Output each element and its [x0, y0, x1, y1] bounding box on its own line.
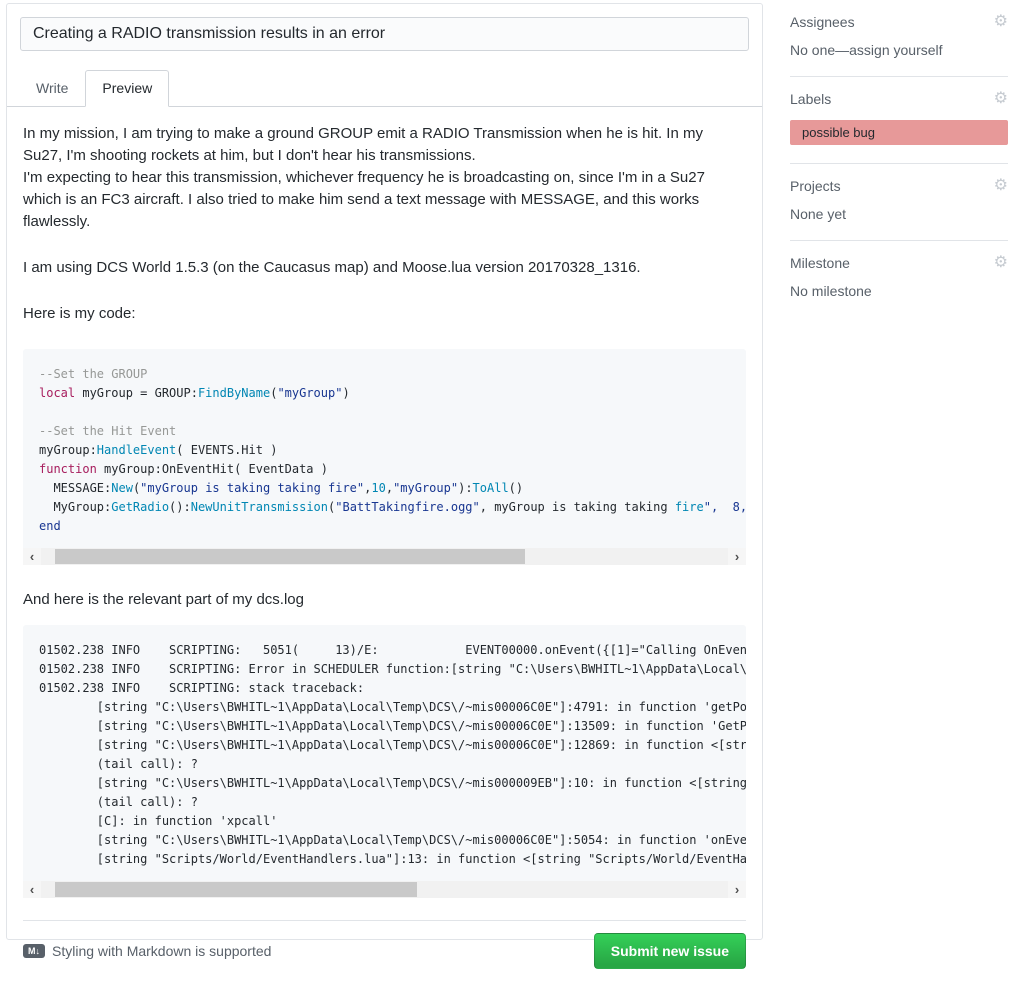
projects-value: None yet	[790, 206, 1008, 222]
code-line: function myGroup:OnEventHit( EventData )	[39, 460, 730, 479]
log-line: 01502.238 INFO SCRIPTING: Error in SCHED…	[39, 660, 730, 679]
paragraph-code-intro: Here is my code:	[23, 303, 746, 325]
paragraph-log-intro: And here is the relevant part of my dcs.…	[23, 589, 746, 611]
log-line: (tail call): ?	[39, 793, 730, 812]
sidebar-section-labels: Labels ⚙ possible bug	[790, 77, 1008, 164]
markdown-note-text: Styling with Markdown is supported	[52, 943, 271, 959]
log-line: [string "Scripts/World/EventHandlers.lua…	[39, 850, 730, 869]
code-horizontal-scrollbar[interactable]: ‹ ›	[23, 548, 746, 565]
scroll-right-icon[interactable]: ›	[728, 548, 746, 565]
assignees-heading[interactable]: Assignees	[790, 14, 855, 30]
issue-preview-body: In my mission, I am trying to make a gro…	[7, 107, 762, 898]
code-line: local myGroup = GROUP:FindByName("myGrou…	[39, 384, 730, 403]
tab-write[interactable]: Write	[19, 70, 85, 106]
new-issue-form: WritePreview In my mission, I am trying …	[6, 3, 763, 940]
gear-icon[interactable]: ⚙	[994, 91, 1008, 107]
dcs-log-block: 01502.238 INFO SCRIPTING: 5051( 13)/E: E…	[23, 625, 746, 898]
sidebar-section-assignees: Assignees ⚙ No one—assign yourself	[790, 0, 1008, 77]
markdown-supported-link[interactable]: M↓ Styling with Markdown is supported	[23, 943, 271, 959]
labels-heading[interactable]: Labels	[790, 91, 831, 107]
log-scroll-track[interactable]	[41, 881, 728, 898]
tab-preview[interactable]: Preview	[85, 70, 169, 107]
scroll-left-icon[interactable]: ‹	[23, 881, 41, 898]
log-line: [string "C:\Users\BWHITL~1\AppData\Local…	[39, 774, 730, 793]
log-line: [C]: in function 'xpcall'	[39, 812, 730, 831]
lua-code: --Set the GROUPlocal myGroup = GROUP:Fin…	[23, 349, 746, 548]
write-preview-tabbar: WritePreview	[7, 69, 762, 107]
code-line: MyGroup:GetRadio():NewUnitTransmission("…	[39, 498, 730, 517]
log-horizontal-scrollbar[interactable]: ‹ ›	[23, 881, 746, 898]
issue-sidebar: Assignees ⚙ No one—assign yourself Label…	[790, 0, 1008, 317]
scroll-right-icon[interactable]: ›	[728, 881, 746, 898]
log-line: [string "C:\Users\BWHITL~1\AppData\Local…	[39, 717, 730, 736]
code-line	[39, 403, 730, 422]
label-possible-bug[interactable]: possible bug	[790, 120, 1008, 145]
markdown-icon: M↓	[23, 944, 45, 958]
gear-icon[interactable]: ⚙	[994, 255, 1008, 271]
sidebar-section-projects: Projects ⚙ None yet	[790, 164, 1008, 241]
code-line: MESSAGE:New("myGroup is taking taking fi…	[39, 479, 730, 498]
code-line: --Set the GROUP	[39, 365, 730, 384]
log-scroll-thumb[interactable]	[55, 882, 417, 897]
assignees-value[interactable]: No one—assign yourself	[790, 42, 1008, 58]
code-line: end	[39, 517, 730, 536]
log-line: (tail call): ?	[39, 755, 730, 774]
projects-heading[interactable]: Projects	[790, 178, 841, 194]
log-line: [string "C:\Users\BWHITL~1\AppData\Local…	[39, 698, 730, 717]
log-line: [string "C:\Users\BWHITL~1\AppData\Local…	[39, 736, 730, 755]
code-scroll-thumb[interactable]	[55, 549, 525, 564]
milestone-value: No milestone	[790, 283, 1008, 299]
dcs-log: 01502.238 INFO SCRIPTING: 5051( 13)/E: E…	[23, 625, 746, 881]
log-line: 01502.238 INFO SCRIPTING: stack tracebac…	[39, 679, 730, 698]
paragraph-versions: I am using DCS World 1.5.3 (on the Cauca…	[23, 257, 746, 279]
sidebar-section-milestone: Milestone ⚙ No milestone	[790, 241, 1008, 317]
paragraph-mission: In my mission, I am trying to make a gro…	[23, 123, 746, 233]
gear-icon[interactable]: ⚙	[994, 178, 1008, 194]
issue-title-input[interactable]	[20, 17, 749, 51]
log-line: [string "C:\Users\BWHITL~1\AppData\Local…	[39, 831, 730, 850]
submit-new-issue-button[interactable]: Submit new issue	[594, 933, 746, 969]
lua-code-block: --Set the GROUPlocal myGroup = GROUP:Fin…	[23, 349, 746, 565]
milestone-heading[interactable]: Milestone	[790, 255, 850, 271]
code-line: --Set the Hit Event	[39, 422, 730, 441]
log-line: 01502.238 INFO SCRIPTING: 5051( 13)/E: E…	[39, 641, 730, 660]
form-footer: M↓ Styling with Markdown is supported Su…	[23, 920, 746, 983]
code-scroll-track[interactable]	[41, 548, 728, 565]
code-line: myGroup:HandleEvent( EVENTS.Hit )	[39, 441, 730, 460]
scroll-left-icon[interactable]: ‹	[23, 548, 41, 565]
gear-icon[interactable]: ⚙	[994, 14, 1008, 30]
